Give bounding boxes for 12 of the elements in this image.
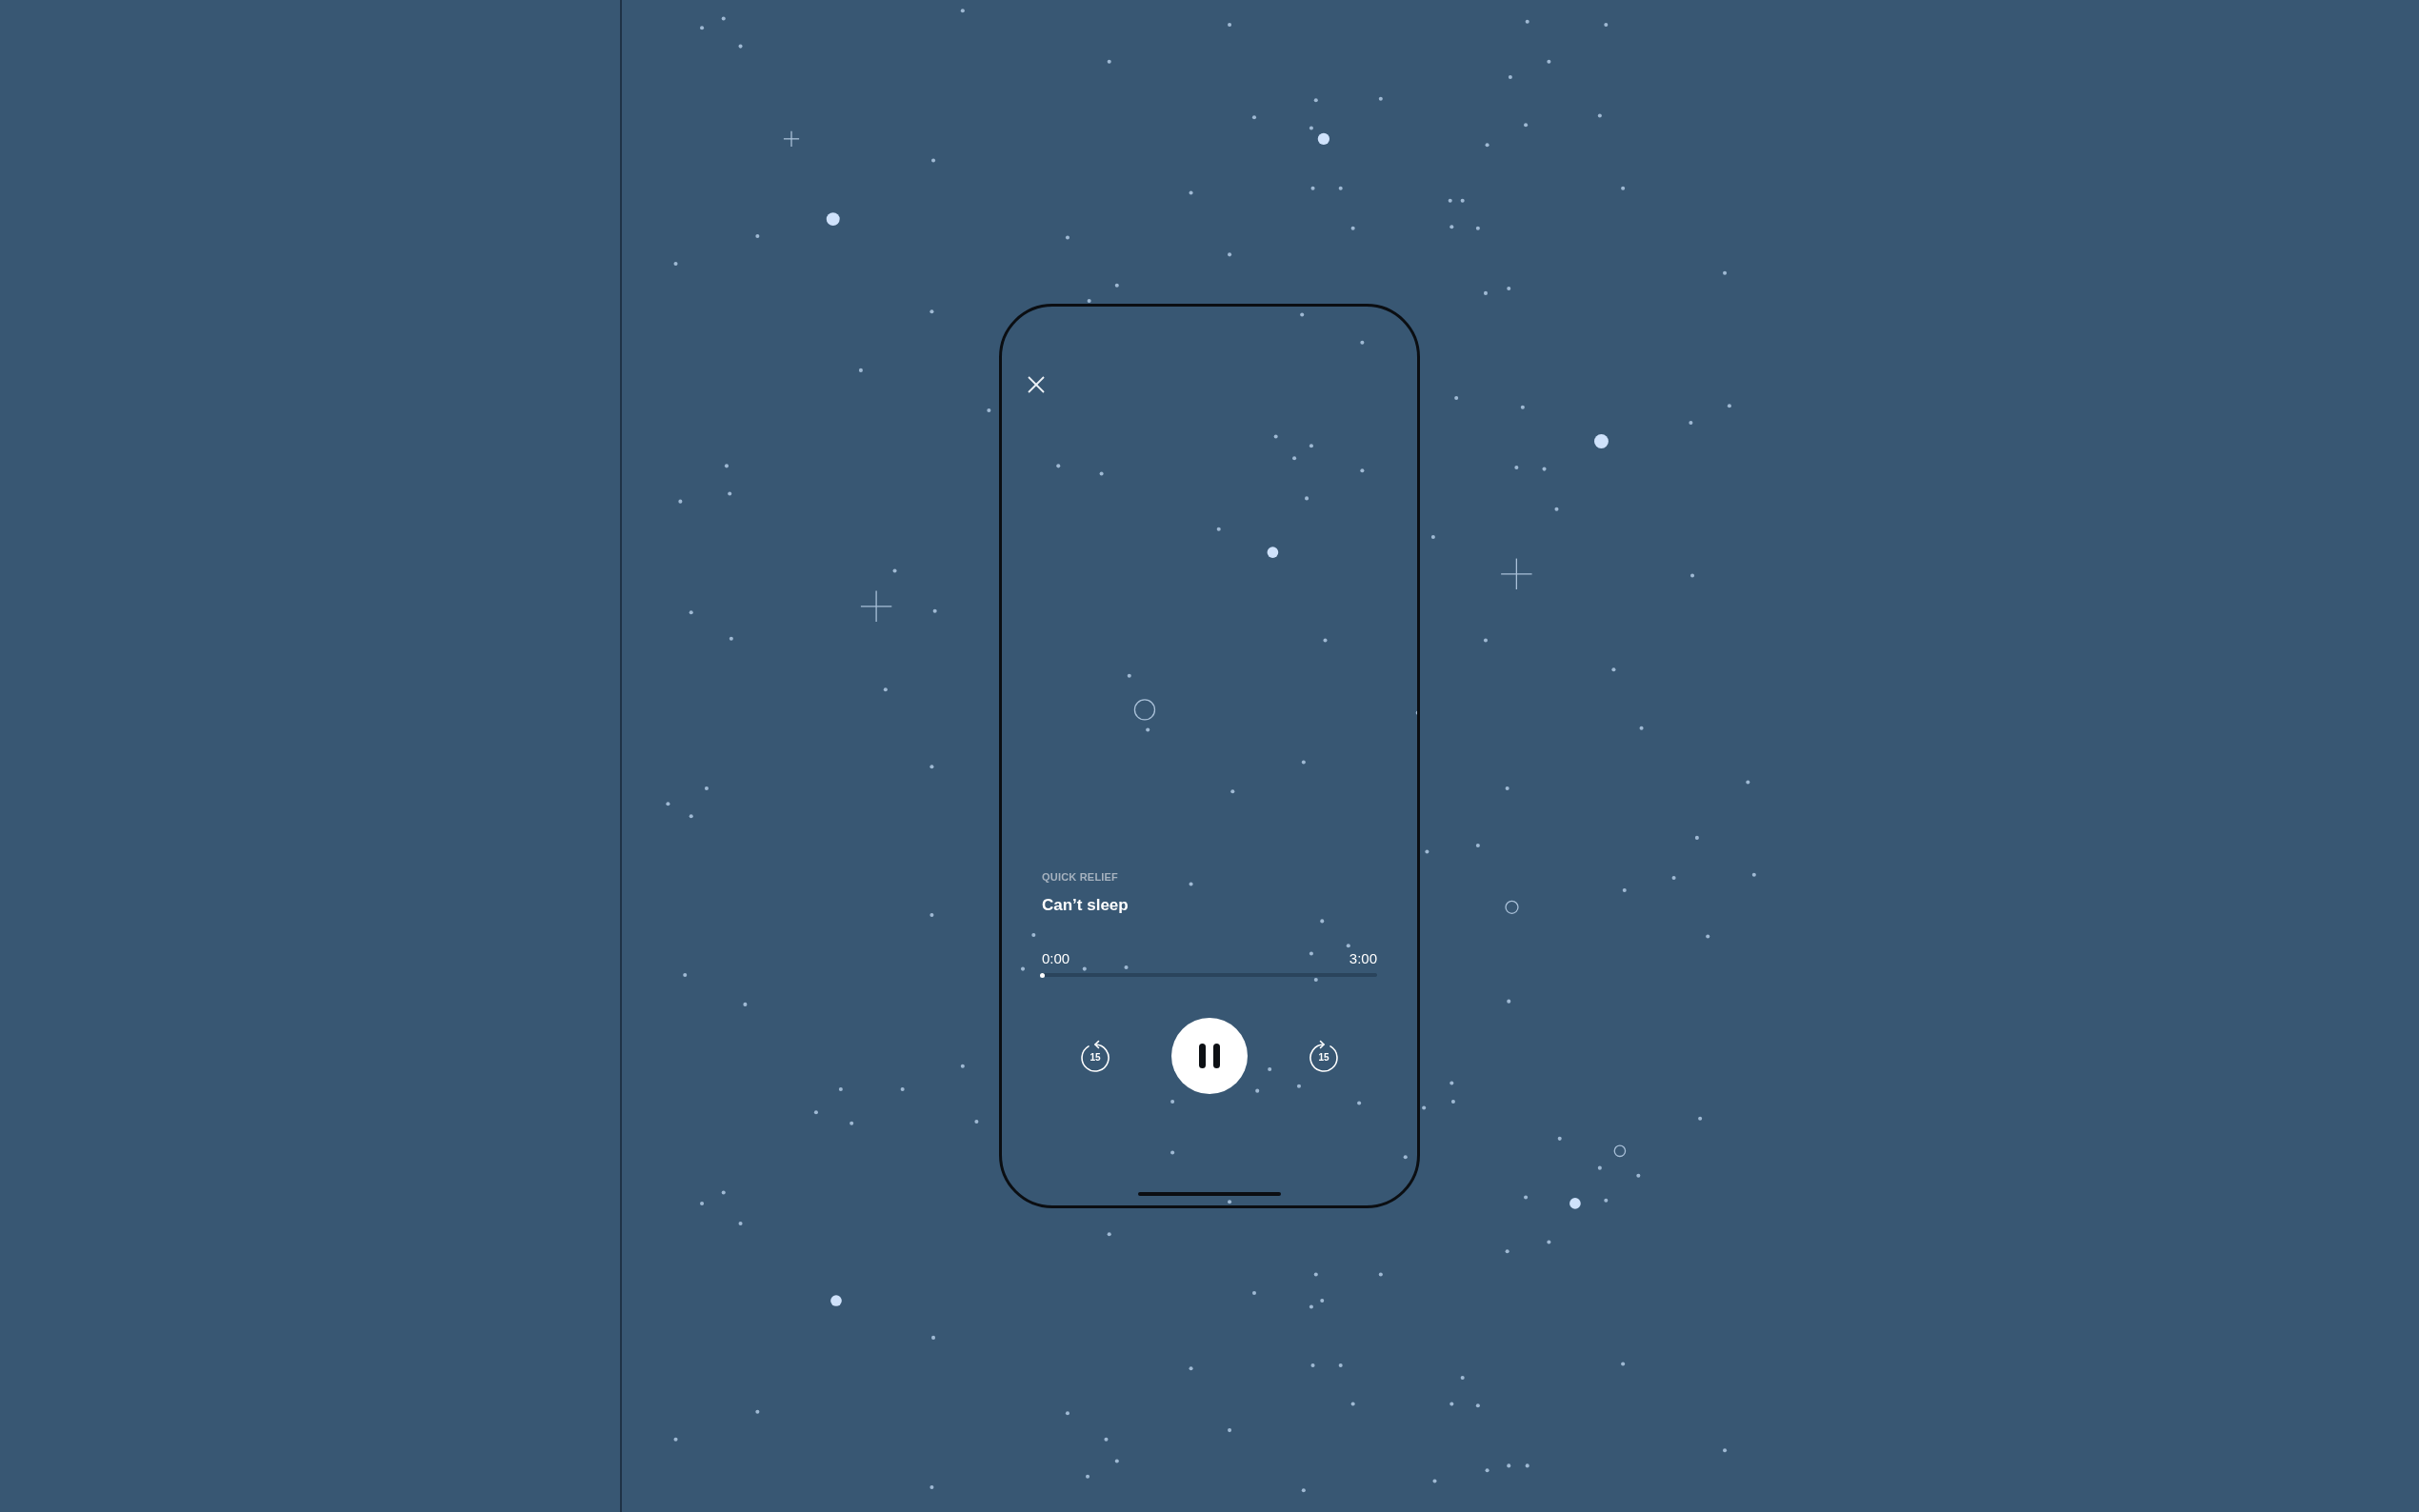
pause-icon xyxy=(1198,1044,1221,1068)
close-icon xyxy=(1027,375,1046,394)
progress-handle[interactable] xyxy=(1039,972,1045,978)
category-label: QUICK RELIEF xyxy=(1042,870,1118,884)
skip-back-button[interactable]: 15 xyxy=(1078,1039,1112,1073)
close-button[interactable] xyxy=(1027,375,1046,394)
skip-forward-button[interactable]: 15 xyxy=(1307,1039,1341,1073)
session-title: Can’t sleep xyxy=(1042,895,1129,916)
rotate-left-icon xyxy=(1078,1039,1112,1073)
total-time: 3:00 xyxy=(1349,950,1377,967)
elapsed-time: 0:00 xyxy=(1042,950,1070,967)
rotate-right-icon xyxy=(1307,1039,1341,1073)
